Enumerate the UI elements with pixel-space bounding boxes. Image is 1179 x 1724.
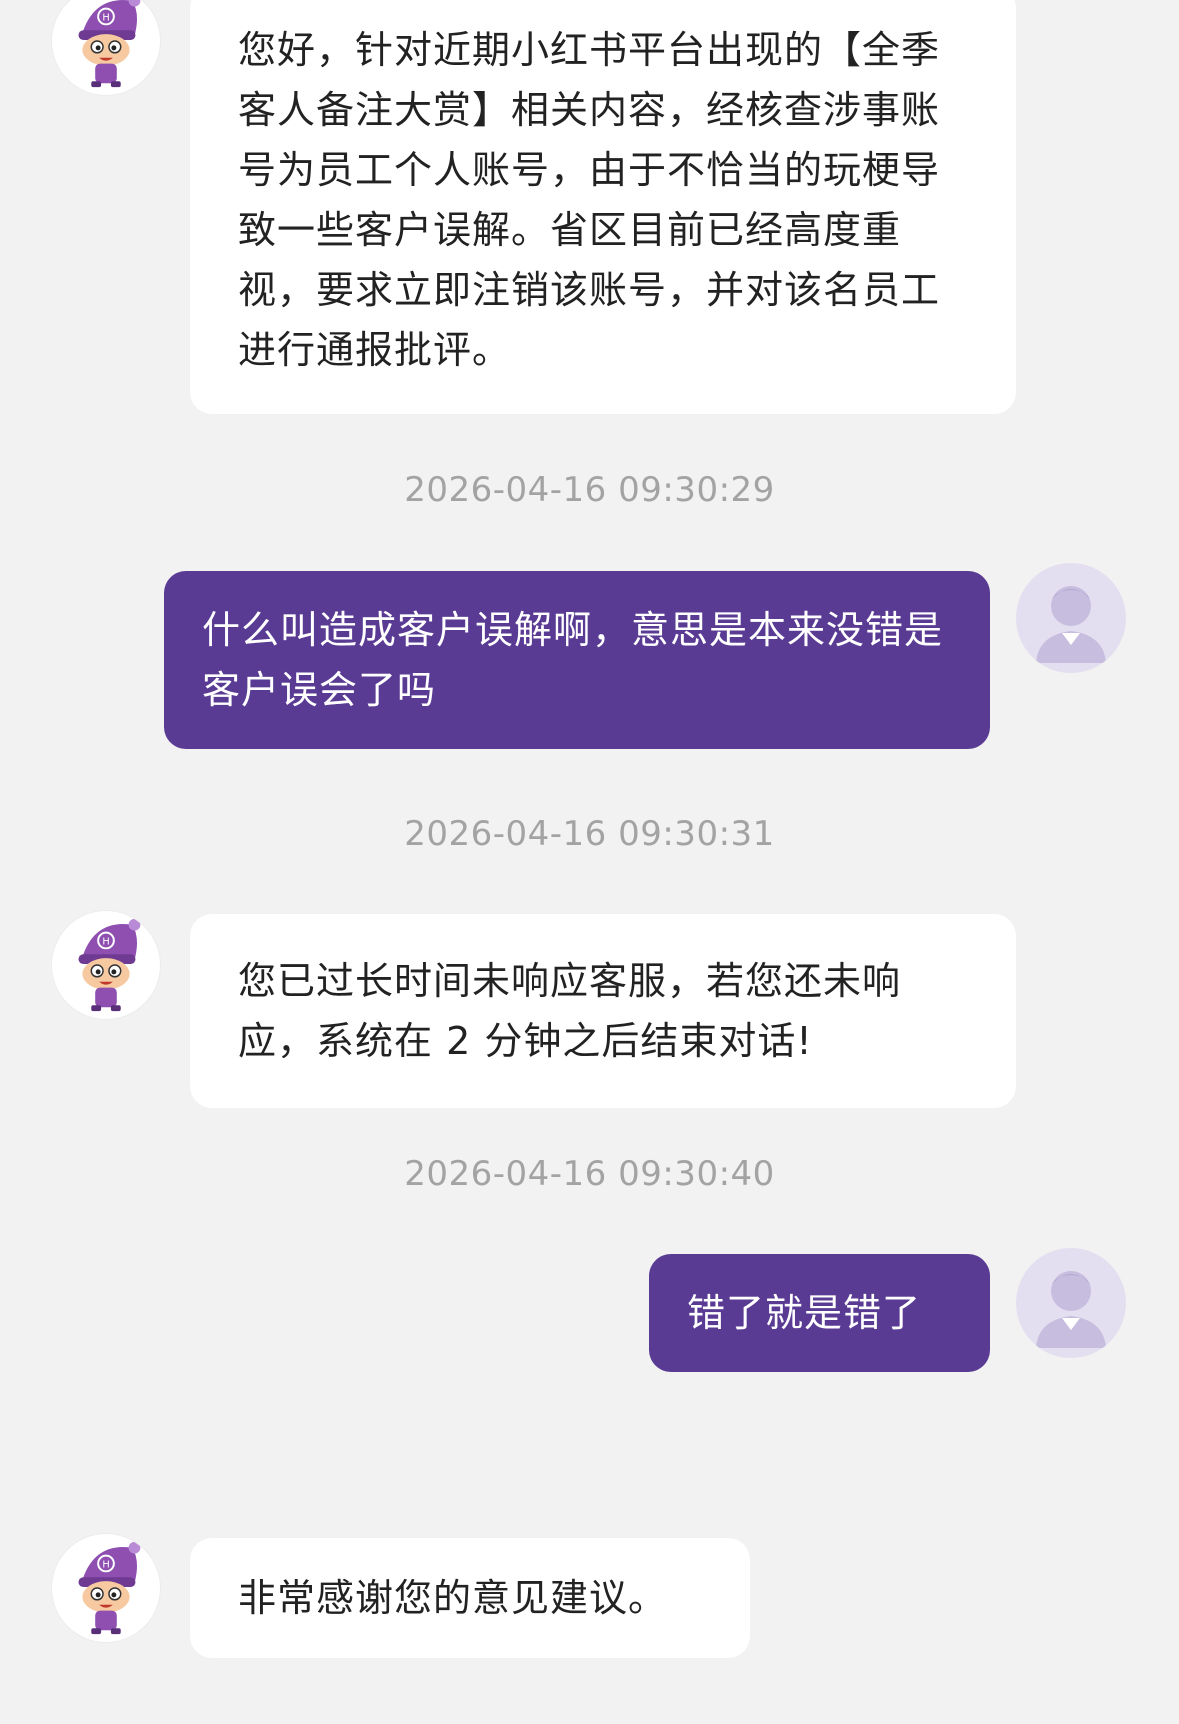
default-user-icon [1036, 1271, 1106, 1348]
message-bubble-agent[interactable]: 您已过长时间未响应客服，若您还未响应，系统在 2 分钟之后结束对话! [190, 914, 1016, 1108]
chat-history[interactable]: H 您好，针对近期小红书平台出现的【全季客人备注大赏】相关内容，经核查涉事账号为… [0, 0, 1179, 1724]
cartoon-mascot-icon: H [78, 918, 141, 1012]
svg-text:H: H [102, 12, 109, 23]
message-bubble-user[interactable]: 错了就是错了 [649, 1254, 990, 1372]
cartoon-mascot-icon: H [78, 0, 141, 88]
message-text: 非常感谢您的意见建议。 [238, 1576, 668, 1620]
agent-avatar[interactable]: H [51, 910, 161, 1020]
message-text: 错了就是错了 [687, 1291, 922, 1335]
message-timestamp: 2026-04-16 09:30:29 [404, 470, 775, 510]
default-user-icon [1036, 586, 1106, 663]
message-timestamp: 2026-04-16 09:30:40 [404, 1154, 775, 1194]
agent-avatar[interactable]: H [51, 0, 161, 96]
svg-text:H: H [102, 936, 109, 947]
message-bubble-user[interactable]: 什么叫造成客户误解啊，意思是本来没错是客户误会了吗 [164, 571, 990, 749]
message-text: 什么叫造成客户误解啊，意思是本来没错是客户误会了吗 [202, 608, 944, 712]
agent-avatar[interactable]: H [51, 1533, 161, 1643]
svg-text:H: H [102, 1559, 109, 1570]
cartoon-mascot-icon: H [78, 1541, 141, 1635]
message-text: 您已过长时间未响应客服，若您还未响应，系统在 2 分钟之后结束对话! [238, 959, 902, 1063]
user-avatar[interactable] [1016, 1248, 1126, 1358]
user-avatar[interactable] [1016, 563, 1126, 673]
message-bubble-agent[interactable]: 您好，针对近期小红书平台出现的【全季客人备注大赏】相关内容，经核查涉事账号为员工… [190, 0, 1016, 414]
message-text: 您好，针对近期小红书平台出现的【全季客人备注大赏】相关内容，经核查涉事账号为员工… [238, 28, 941, 372]
message-timestamp: 2026-04-16 09:30:31 [404, 814, 775, 854]
message-bubble-agent[interactable]: 非常感谢您的意见建议。 [190, 1538, 750, 1658]
